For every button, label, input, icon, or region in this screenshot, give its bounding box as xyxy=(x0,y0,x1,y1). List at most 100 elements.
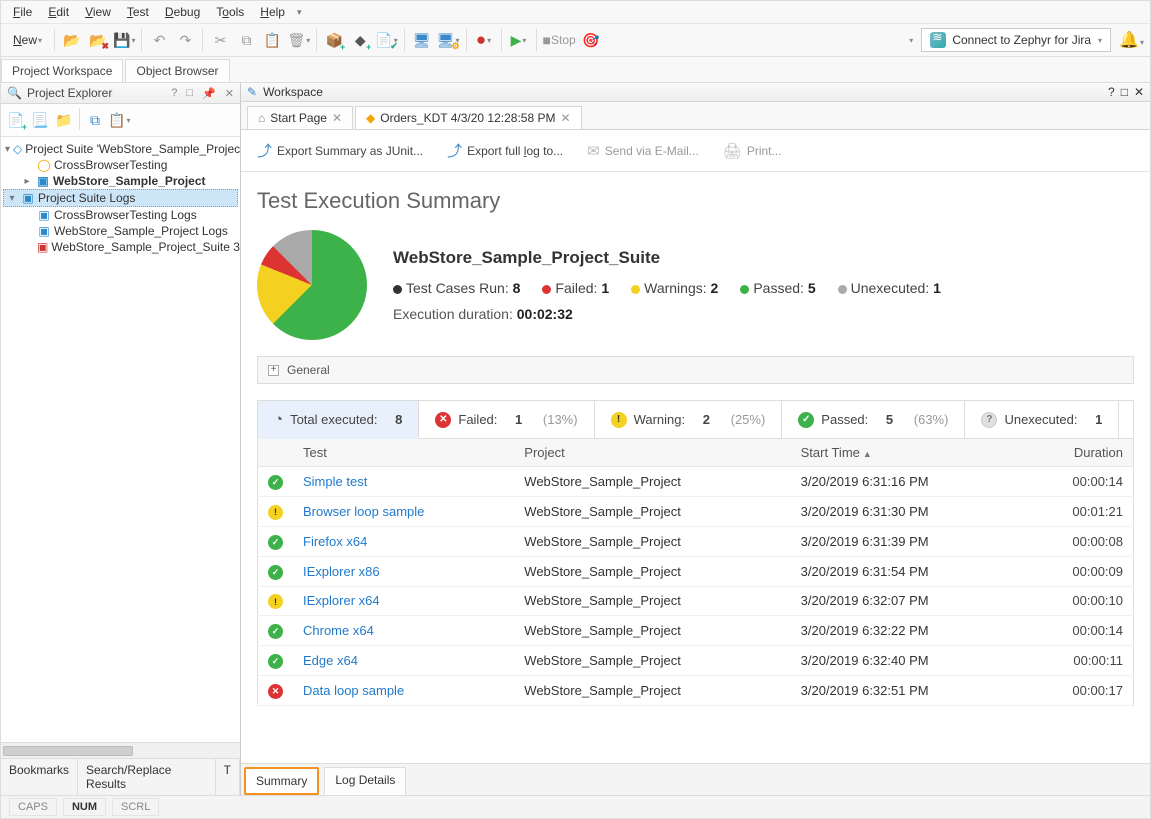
filter-passed[interactable]: ✓Passed: 5 (63%) xyxy=(782,401,965,439)
save-icon[interactable]: 💾▾ xyxy=(113,28,135,52)
test-link[interactable]: Edge x64 xyxy=(303,653,358,668)
test-link[interactable]: IExplorer x86 xyxy=(303,564,380,579)
table-row[interactable]: ✓IExplorer x86WebStore_Sample_Project3/2… xyxy=(258,556,1134,586)
table-row[interactable]: ✓Simple testWebStore_Sample_Project3/20/… xyxy=(258,467,1134,497)
menu-test[interactable]: Test xyxy=(121,3,155,21)
copy-icon[interactable]: ⧉ xyxy=(235,28,257,52)
enable-item-icon[interactable]: 📄✔▾ xyxy=(375,28,397,52)
test-link[interactable]: IExplorer x64 xyxy=(303,593,380,608)
notifications-icon[interactable]: 🔔▾ xyxy=(1119,30,1144,50)
add-sibling-icon[interactable]: 📃 xyxy=(29,108,51,132)
add-folder-icon[interactable]: 📁 xyxy=(53,108,75,132)
test-link[interactable]: Data loop sample xyxy=(303,683,404,698)
tab-project-workspace[interactable]: Project Workspace xyxy=(1,59,123,82)
test-link[interactable]: Simple test xyxy=(303,474,367,489)
tab-start-page[interactable]: ⌂ Start Page ✕ xyxy=(247,106,353,129)
tab-summary[interactable]: Summary xyxy=(244,767,319,795)
tab-orders-kdt[interactable]: ◆ Orders_KDT 4/3/20 12:28:58 PM ✕ xyxy=(355,106,582,129)
stop-button[interactable]: ■ Stop xyxy=(543,28,576,52)
tree-suite-root[interactable]: ▾◇ Project Suite 'WebStore_Sample_Projec… xyxy=(3,141,238,157)
test-link[interactable]: Chrome x64 xyxy=(303,623,374,638)
redo-icon[interactable]: ↷ xyxy=(174,28,196,52)
copy-node-icon[interactable]: ⧉ xyxy=(84,108,106,132)
zephyr-icon xyxy=(930,32,946,48)
print-button[interactable]: 🖨Print... xyxy=(717,138,788,164)
undo-icon[interactable]: ↶ xyxy=(148,28,170,52)
general-section-toggle[interactable]: + General xyxy=(257,356,1134,384)
log-icon: ◆ xyxy=(366,111,375,125)
tab-log-details[interactable]: Log Details xyxy=(324,767,406,795)
pin-icon[interactable]: 📌 xyxy=(202,87,216,100)
help-icon[interactable]: ? xyxy=(171,87,177,99)
cut-icon[interactable]: ✂ xyxy=(209,28,231,52)
ws-help-icon[interactable]: ? xyxy=(1108,85,1115,99)
delete-icon[interactable]: 🗑▾ xyxy=(287,28,310,52)
record-icon[interactable]: ●▾ xyxy=(473,28,495,52)
menu-overflow-icon[interactable]: ▾ xyxy=(297,7,302,18)
results-table: Test Project Start Time▲ Duration ✓Simpl… xyxy=(257,439,1134,706)
ws-max-icon[interactable]: □ xyxy=(1121,85,1128,99)
export-full-button[interactable]: ⤴Export full log to... xyxy=(441,136,569,165)
table-row[interactable]: ✓Chrome x64WebStore_Sample_Project3/20/2… xyxy=(258,616,1134,646)
col-start[interactable]: Start Time▲ xyxy=(791,439,1023,467)
tab-object-browser[interactable]: Object Browser xyxy=(125,59,229,82)
col-project[interactable]: Project xyxy=(514,439,790,467)
zephyr-connect-button[interactable]: Connect to Zephyr for Jira ▾ xyxy=(921,28,1111,52)
menu-help[interactable]: Help xyxy=(254,3,291,21)
cell-duration: 00:00:14 xyxy=(1022,467,1133,497)
close-tab-icon[interactable]: ✕ xyxy=(332,111,342,125)
col-test[interactable]: Test xyxy=(293,439,514,467)
tree-horizontal-scrollbar[interactable] xyxy=(1,742,240,758)
test-link[interactable]: Browser loop sample xyxy=(303,504,424,519)
menu-edit[interactable]: Edit xyxy=(42,3,75,21)
tree-item-cbt-logs[interactable]: ▣CrossBrowserTesting Logs xyxy=(3,207,238,223)
add-child-icon[interactable]: 📄+ xyxy=(5,108,27,132)
table-row[interactable]: !Browser loop sampleWebStore_Sample_Proj… xyxy=(258,497,1134,527)
tree-item-project[interactable]: ▸▣ WebStore_Sample_Project xyxy=(3,173,238,189)
paste-icon[interactable]: 📋 xyxy=(261,28,283,52)
table-row[interactable]: ✕Data loop sampleWebStore_Sample_Project… xyxy=(258,676,1134,706)
filter-failed[interactable]: ✕Failed: 1 (13%) xyxy=(419,401,594,439)
tab-search-replace[interactable]: Search/Replace Results xyxy=(78,759,216,795)
menu-tools[interactable]: Tools xyxy=(210,3,250,21)
close-tab-icon[interactable]: ✕ xyxy=(560,111,570,125)
filter-warning[interactable]: !Warning: 2 (25%) xyxy=(595,401,783,439)
cell-project: WebStore_Sample_Project xyxy=(514,497,790,527)
filter-unexecuted[interactable]: ?Unexecuted: 1 xyxy=(965,401,1119,439)
paste-node-icon[interactable]: 📋▾ xyxy=(108,108,130,132)
close-panel-icon[interactable]: ✕ xyxy=(225,87,234,100)
new-button[interactable]: NNewew▾ xyxy=(7,28,48,52)
tree-item-proj-logs[interactable]: ▣WebStore_Sample_Project Logs xyxy=(3,223,238,239)
tree-item-cbt[interactable]: ◯CrossBrowserTesting xyxy=(3,157,238,173)
close-project-icon[interactable]: 📂✖ xyxy=(87,28,109,52)
add-item1-icon[interactable]: 📦+ xyxy=(323,28,345,52)
menu-file[interactable]: File xyxy=(7,3,38,21)
execution-duration: Execution duration: 00:02:32 xyxy=(393,306,941,322)
highlight-icon[interactable]: 🎯 xyxy=(580,28,602,52)
table-row[interactable]: ✓Edge x64WebStore_Sample_Project3/20/201… xyxy=(258,646,1134,676)
tree-suite-logs[interactable]: ▾▣ Project Suite Logs xyxy=(3,189,238,207)
table-row[interactable]: ✓Firefox x64WebStore_Sample_Project3/20/… xyxy=(258,526,1134,556)
table-row[interactable]: !IExplorer x64WebStore_Sample_Project3/2… xyxy=(258,586,1134,616)
project-tree[interactable]: ▾◇ Project Suite 'WebStore_Sample_Projec… xyxy=(1,137,240,742)
open-icon[interactable]: 📂 xyxy=(61,28,83,52)
tree-item-suite-log[interactable]: ▣WebStore_Sample_Project_Suite 3/20/2019… xyxy=(3,239,238,255)
monitor1-icon[interactable]: 🖥 xyxy=(411,28,433,52)
filter-total[interactable]: ◔Total executed: 8 xyxy=(258,401,419,439)
col-duration[interactable]: Duration xyxy=(1022,439,1133,467)
tab-bookmarks[interactable]: Bookmarks xyxy=(1,759,78,795)
add-item2-icon[interactable]: ◆+ xyxy=(349,28,371,52)
menu-view[interactable]: View xyxy=(79,3,117,21)
toolbar-overflow-icon[interactable]: ▾ xyxy=(909,36,913,45)
run-icon[interactable]: ▶▾ xyxy=(508,28,530,52)
maximize-icon[interactable]: □ xyxy=(186,87,193,99)
menu-debug[interactable]: Debug xyxy=(159,3,206,21)
export-junit-button[interactable]: ⤴Export Summary as JUnit... xyxy=(251,136,429,165)
monitor-settings-icon[interactable]: 🖥⚙▾ xyxy=(437,28,460,52)
tab-truncated[interactable]: T xyxy=(216,759,240,795)
send-email-button[interactable]: ✉Send via E-Mail... xyxy=(581,138,705,164)
test-link[interactable]: Firefox x64 xyxy=(303,534,367,549)
cell-project: WebStore_Sample_Project xyxy=(514,586,790,616)
explorer-toolbar: 📄+ 📃 📁 ⧉ 📋▾ xyxy=(1,104,240,137)
ws-close-icon[interactable]: ✕ xyxy=(1134,85,1144,99)
